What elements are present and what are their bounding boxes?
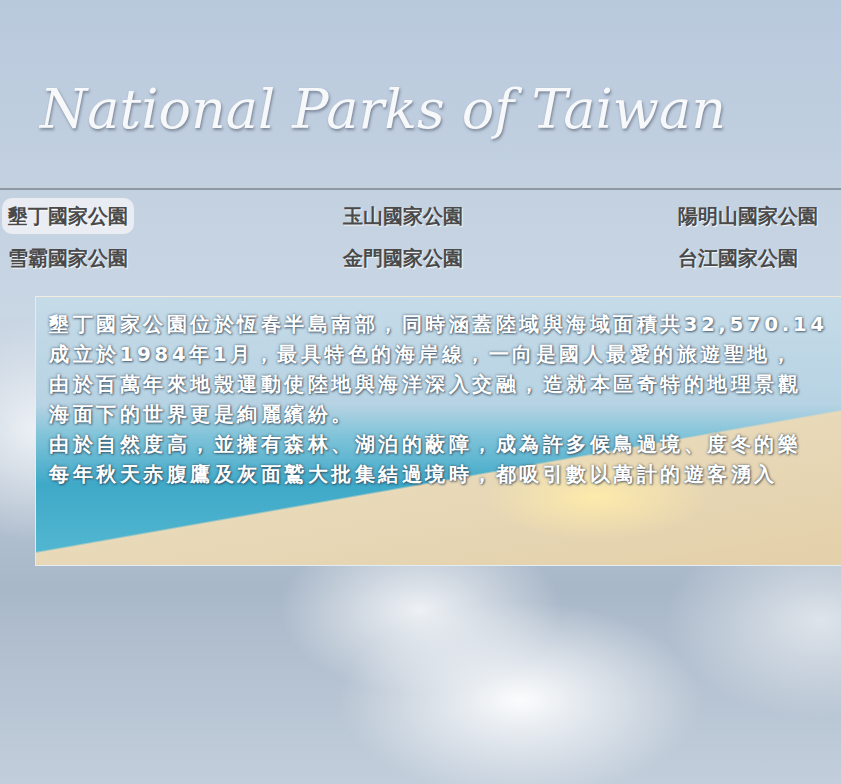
- park-tab[interactable]: 雪霸國家公園: [2, 240, 134, 276]
- article-line: 由於百萬年來地殼運動使陸地與海洋深入交融，造就本區奇特的地理景觀: [49, 369, 841, 399]
- park-tab[interactable]: 陽明山國家公園: [672, 198, 824, 234]
- page-header: National Parks of Taiwan: [0, 0, 841, 190]
- park-tab[interactable]: 金門國家公園: [337, 240, 469, 276]
- article-line: 墾丁國家公園位於恆春半島南部，同時涵蓋陸域與海域面積共32,570.14: [49, 309, 841, 339]
- park-tab[interactable]: 墾丁國家公園: [2, 198, 134, 234]
- article-line: 成立於1984年1月，最具特色的海岸線，一向是國人最愛的旅遊聖地，: [49, 339, 841, 369]
- article-line: 由於自然度高，並擁有森林、湖泊的蔽障，成為許多候鳥過境、度冬的樂: [49, 429, 841, 459]
- park-tab[interactable]: 玉山國家公園: [337, 198, 469, 234]
- park-nav: 墾丁國家公園 玉山國家公園 陽明山國家公園雪霸國家公園 金門國家公園 台江國家公園: [0, 190, 841, 276]
- park-tab[interactable]: 台江國家公園: [672, 240, 804, 276]
- article-panel: 墾丁國家公園位於恆春半島南部，同時涵蓋陸域與海域面積共32,570.14成立於1…: [35, 296, 841, 566]
- article-line: 每年秋天赤腹鷹及灰面鷲大批集結過境時，都吸引數以萬計的遊客湧入: [49, 459, 841, 489]
- article-line: 海面下的世界更是絢麗繽紛。: [49, 399, 841, 429]
- page-title: National Parks of Taiwan: [40, 78, 841, 143]
